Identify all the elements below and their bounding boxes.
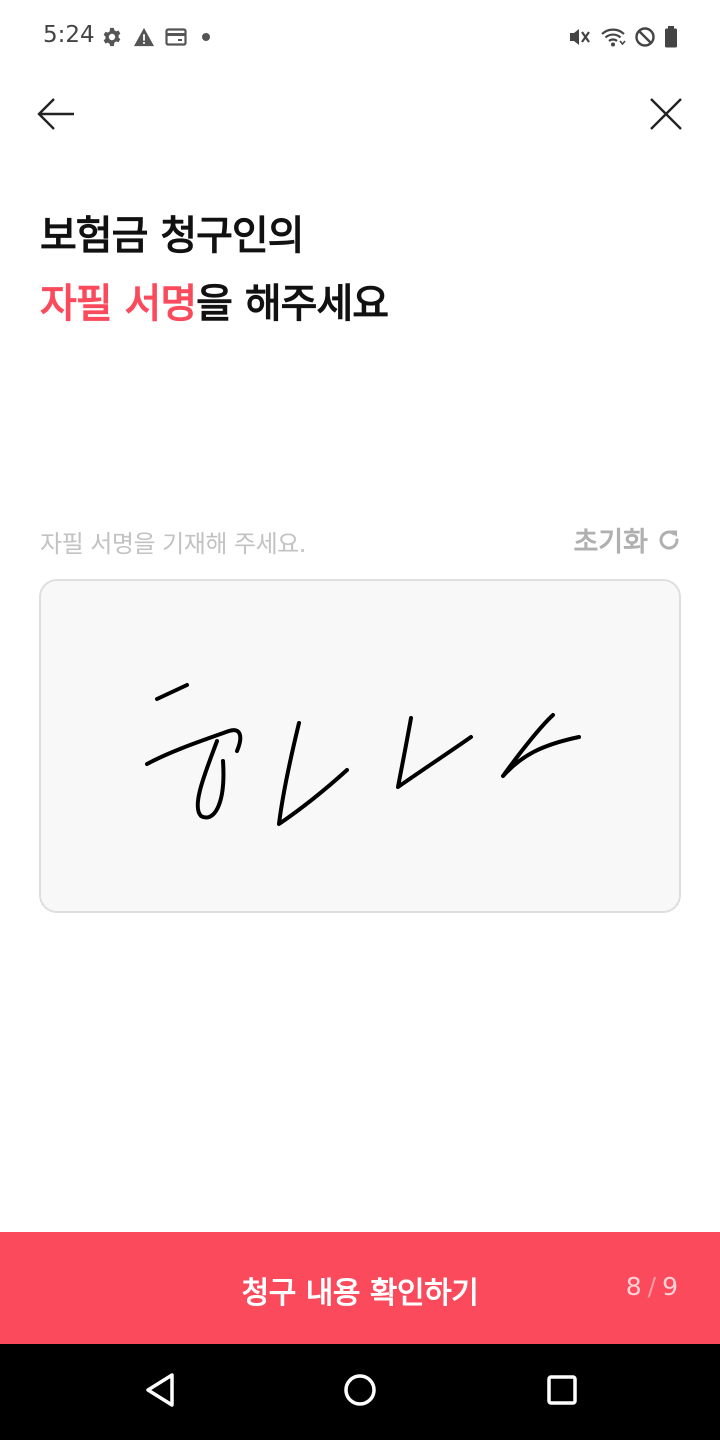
title-line2: 자필 서명을 해주세요 <box>40 270 389 338</box>
refresh-icon <box>656 527 682 553</box>
wifi-icon <box>600 26 626 48</box>
alert-icon <box>133 27 155 47</box>
title-line2-rest: 을 해주세요 <box>196 281 389 327</box>
arrow-left-icon <box>36 97 76 135</box>
back-button[interactable] <box>34 94 78 138</box>
signature-instruction: 자필 서명을 기재해 주세요. <box>40 530 306 558</box>
nav-back-button[interactable] <box>136 1368 184 1416</box>
square-recents-icon <box>542 1370 582 1414</box>
battery-icon <box>664 26 678 48</box>
step-separator: / <box>647 1272 657 1301</box>
cta-label: 청구 내용 확인하기 <box>241 1276 479 1311</box>
close-icon <box>649 97 683 135</box>
status-bar: 5:24 <box>0 0 720 72</box>
signature-strokes <box>145 683 581 826</box>
close-button[interactable] <box>644 94 688 138</box>
settings-icon <box>101 26 123 48</box>
nav-home-button[interactable] <box>336 1368 384 1416</box>
reset-button[interactable]: 초기화 <box>573 520 682 559</box>
circle-home-icon <box>340 1370 380 1414</box>
step-current: 8 <box>625 1272 642 1301</box>
step-indicator: 8/9 <box>626 1272 678 1301</box>
step-total: 9 <box>662 1272 678 1301</box>
system-nav-bar <box>0 1344 720 1440</box>
title-accent: 자필 서명 <box>40 281 197 327</box>
triangle-back-icon <box>140 1370 180 1414</box>
card-icon <box>165 28 187 46</box>
status-left-icons <box>101 24 215 50</box>
title-line1: 보험금 청구인의 <box>40 213 305 259</box>
status-time: 5:24 <box>43 22 95 48</box>
reset-label: 초기화 <box>573 527 648 558</box>
page-title: 보험금 청구인의 자필 서명을 해주세요 <box>40 202 389 338</box>
dnd-icon <box>634 26 656 48</box>
confirm-claim-button[interactable]: 청구 내용 확인하기 8/9 <box>0 1232 720 1344</box>
signature-pad[interactable] <box>39 579 681 913</box>
vibrate-icon <box>568 26 592 48</box>
dot-icon <box>197 32 215 42</box>
status-right-icons <box>568 24 678 50</box>
nav-recents-button[interactable] <box>538 1368 586 1416</box>
